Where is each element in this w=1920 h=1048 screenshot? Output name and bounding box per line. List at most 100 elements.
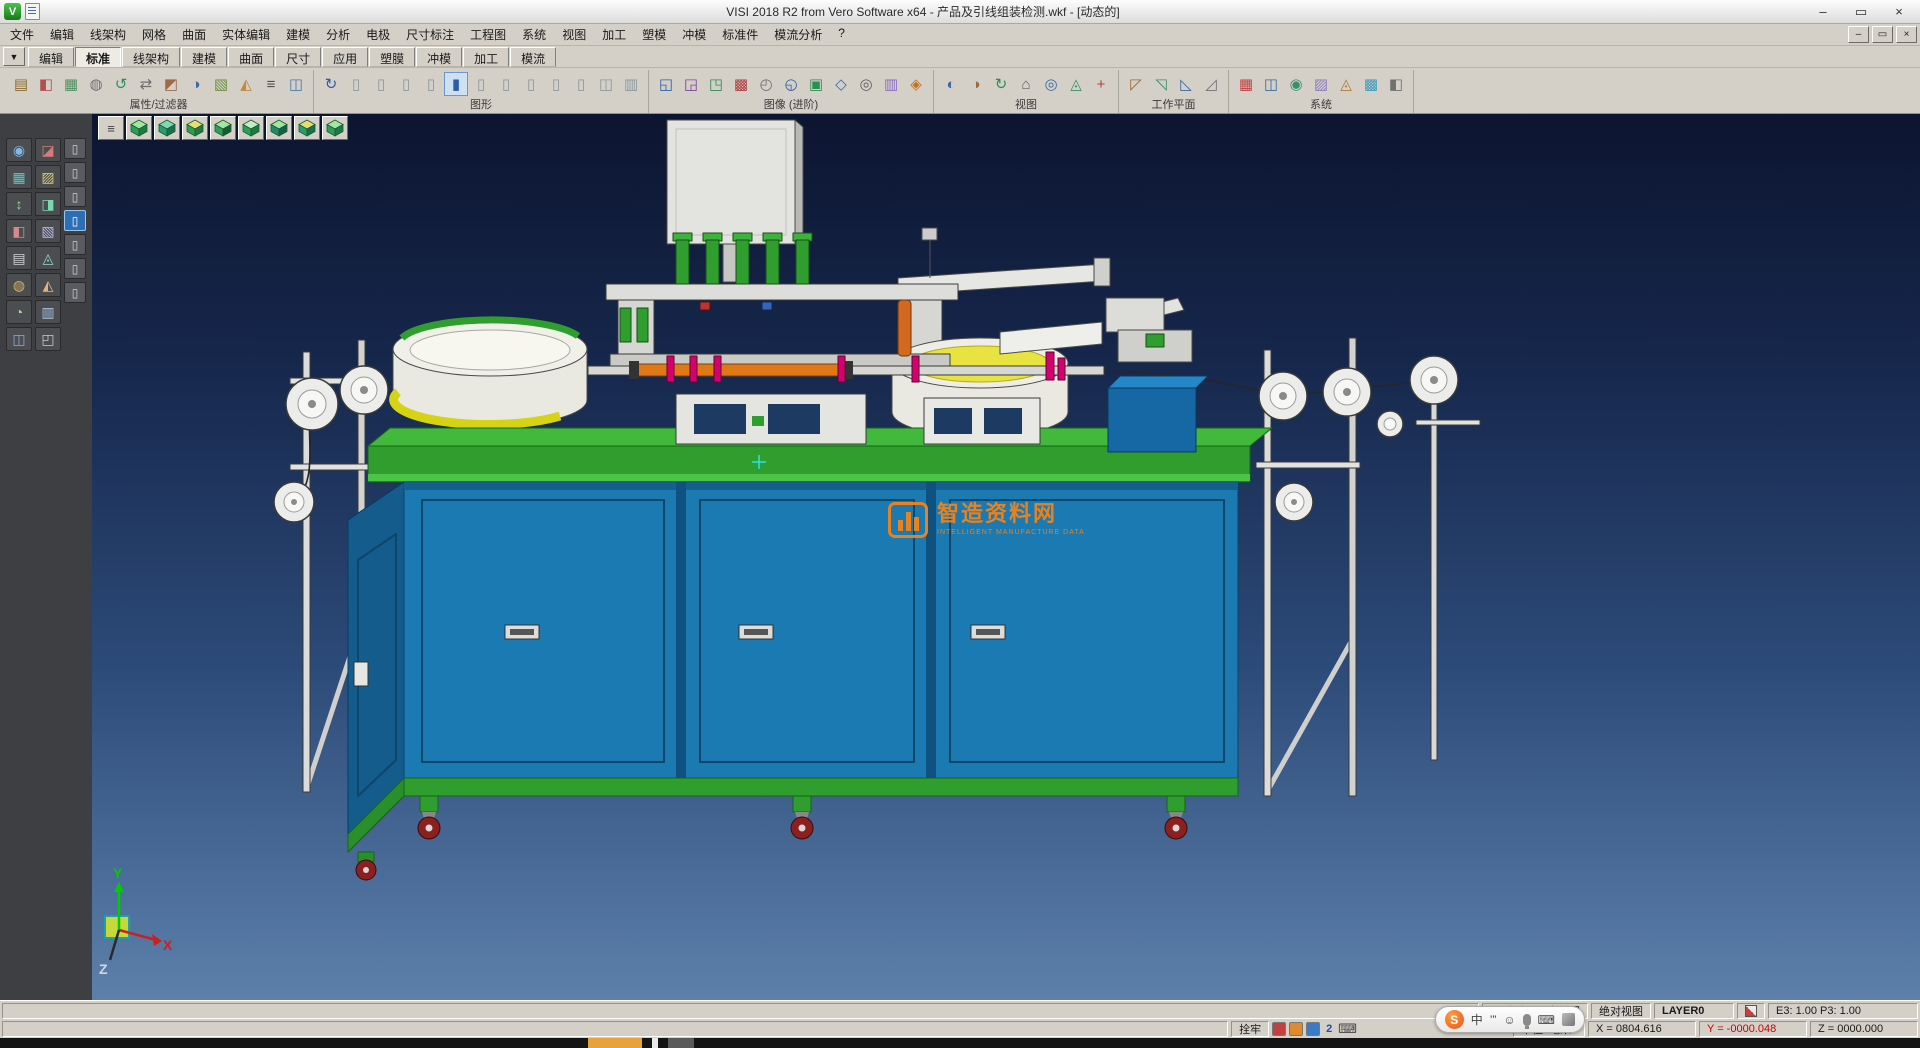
sidebar-mini-button-1[interactable]: ▯ [64, 162, 86, 183]
sidebar-mini-button-3[interactable]: ▯ [64, 210, 86, 231]
toolbar-icon[interactable]: ▯ [419, 72, 443, 96]
view-menu-icon[interactable]: ≡ [98, 116, 124, 140]
toolbar-icon[interactable]: ▦ [59, 72, 83, 96]
toolbar-icon[interactable]: ◧ [1384, 72, 1408, 96]
input-mode-toggle[interactable]: 中 [1471, 1011, 1483, 1028]
sidebar-tool-button[interactable]: ◰ [35, 327, 61, 351]
close-button[interactable]: × [1882, 2, 1916, 22]
toolbar-icon[interactable]: ▩ [729, 72, 753, 96]
toolbar-icon[interactable]: ▯ [494, 72, 518, 96]
tab-2[interactable]: 线架构 [122, 47, 180, 67]
sidebar-tool-button[interactable]: ▧ [35, 219, 61, 243]
sidebar-tool-button[interactable]: ▥ [35, 300, 61, 324]
sidebar-tool-button[interactable]: ◔ [6, 300, 32, 324]
toolbar-icon[interactable]: ▧ [209, 72, 233, 96]
toolbar-icon[interactable]: ≡ [259, 72, 283, 96]
menu-item-3[interactable]: 网格 [134, 23, 174, 46]
menu-item-7[interactable]: 分析 [318, 23, 358, 46]
toolbar-icon[interactable]: ◹ [1149, 72, 1173, 96]
toolbar-icon[interactable]: ⇄ [134, 72, 158, 96]
toolbar-icon[interactable]: ◭ [234, 72, 258, 96]
toolbar-icon[interactable]: ▦ [1234, 72, 1258, 96]
view-cube-icon-5[interactable] [238, 116, 264, 140]
toolbar-icon[interactable]: ◐ [939, 72, 963, 96]
sidebar-mini-button-2[interactable]: ▯ [64, 186, 86, 207]
toolbar-icon[interactable]: ◉ [1284, 72, 1308, 96]
toolbar-icon[interactable]: ▯ [344, 72, 368, 96]
toolbar-icon[interactable]: ▯ [469, 72, 493, 96]
menu-item-10[interactable]: 工程图 [462, 23, 514, 46]
toolbar-icon[interactable]: ◫ [1259, 72, 1283, 96]
toolbar-icon[interactable]: ◸ [1124, 72, 1148, 96]
toolbar-icon[interactable]: ◑ [964, 72, 988, 96]
toolbar-icon[interactable]: ▥ [619, 72, 643, 96]
view-cube-icon-7[interactable] [294, 116, 320, 140]
menu-item-6[interactable]: 建模 [278, 23, 318, 46]
absolute-view-cell[interactable]: 绝对视图 [1591, 1003, 1651, 1019]
menu-item-5[interactable]: 实体编辑 [214, 23, 278, 46]
punctuation-toggle[interactable]: ’” [1490, 1013, 1497, 1027]
toolbar-icon[interactable]: ◩ [159, 72, 183, 96]
toolbar-icon[interactable]: ◳ [704, 72, 728, 96]
sidebar-tool-button[interactable]: ▨ [35, 165, 61, 189]
menu-item-18[interactable]: ? [830, 23, 853, 46]
menu-item-2[interactable]: 线架构 [82, 23, 134, 46]
layer-color-cell[interactable] [1737, 1003, 1765, 1019]
lock-icon[interactable] [1272, 1022, 1286, 1036]
taskbar-app-segment2[interactable] [668, 1038, 694, 1048]
sidebar-mini-button-4[interactable]: ▯ [64, 234, 86, 255]
mdi-minimize-button[interactable]: – [1848, 26, 1869, 43]
toolbar-icon[interactable]: ◈ [904, 72, 928, 96]
keyboard-tray-icon[interactable]: ⌨ [1338, 1021, 1357, 1037]
toolbar-icon[interactable]: ◇ [829, 72, 853, 96]
minimize-button[interactable]: – [1806, 2, 1840, 22]
mdi-close-button[interactable]: × [1896, 26, 1917, 43]
toolbar-icon[interactable]: ▯ [519, 72, 543, 96]
tab-10[interactable]: 模流 [510, 47, 556, 67]
menu-item-11[interactable]: 系统 [514, 23, 554, 46]
menu-item-13[interactable]: 加工 [594, 23, 634, 46]
lock-toggle[interactable]: 拴牢 [1231, 1021, 1269, 1037]
toolbar-icon[interactable]: ◧ [34, 72, 58, 96]
tab-0[interactable]: 编辑 [28, 47, 74, 67]
toolbar-icon[interactable]: + [1089, 72, 1113, 96]
sidebar-tool-button[interactable]: ↕ [6, 192, 32, 216]
toolbar-icon[interactable]: ◬ [1334, 72, 1358, 96]
sidebar-tool-button[interactable]: ▤ [6, 246, 32, 270]
toolbar-icon[interactable]: ◬ [1064, 72, 1088, 96]
sogou-logo-icon[interactable]: S [1445, 1010, 1464, 1029]
menu-item-14[interactable]: 塑模 [634, 23, 674, 46]
view-cube-icon-6[interactable] [266, 116, 292, 140]
tab-1[interactable]: 标准 [75, 47, 121, 67]
toolbar-icon[interactable]: ◎ [1039, 72, 1063, 96]
sidebar-tool-button[interactable]: ◪ [35, 138, 61, 162]
toolbar-icon[interactable]: ▣ [804, 72, 828, 96]
menu-item-9[interactable]: 尺寸标注 [398, 23, 462, 46]
toolbar-icon[interactable]: ◴ [754, 72, 778, 96]
sidebar-tool-button[interactable]: ◍ [6, 273, 32, 297]
toolbar-icon[interactable]: ◵ [779, 72, 803, 96]
toolbar-icon[interactable]: ▤ [9, 72, 33, 96]
tab-3[interactable]: 建模 [181, 47, 227, 67]
view-cube-icon-4[interactable] [210, 116, 236, 140]
toolbar-icon[interactable]: ▯ [544, 72, 568, 96]
sidebar-tool-button[interactable]: ◨ [35, 192, 61, 216]
menu-item-12[interactable]: 视图 [554, 23, 594, 46]
tab-9[interactable]: 加工 [463, 47, 509, 67]
menu-item-1[interactable]: 编辑 [42, 23, 82, 46]
tab-5[interactable]: 尺寸 [275, 47, 321, 67]
viewport-3d[interactable]: ≡ [92, 114, 1920, 1000]
tab-7[interactable]: 塑膜 [369, 47, 415, 67]
menu-item-8[interactable]: 电极 [358, 23, 398, 46]
view-cube-icon-1[interactable] [126, 116, 152, 140]
toolbar-icon[interactable]: ▨ [1309, 72, 1333, 96]
menu-item-4[interactable]: 曲面 [174, 23, 214, 46]
toolbar-icon[interactable]: ▯ [569, 72, 593, 96]
soft-keyboard-icon[interactable]: ⌨ [1538, 1013, 1555, 1027]
taskbar-strip[interactable] [0, 1038, 1920, 1048]
toolbar-icon[interactable]: ▮ [444, 72, 468, 96]
toolbar-icon[interactable]: ◑ [184, 72, 208, 96]
toolbar-icon[interactable]: ↺ [109, 72, 133, 96]
view-cube-icon-8[interactable] [322, 116, 348, 140]
sidebar-mini-button-5[interactable]: ▯ [64, 258, 86, 279]
